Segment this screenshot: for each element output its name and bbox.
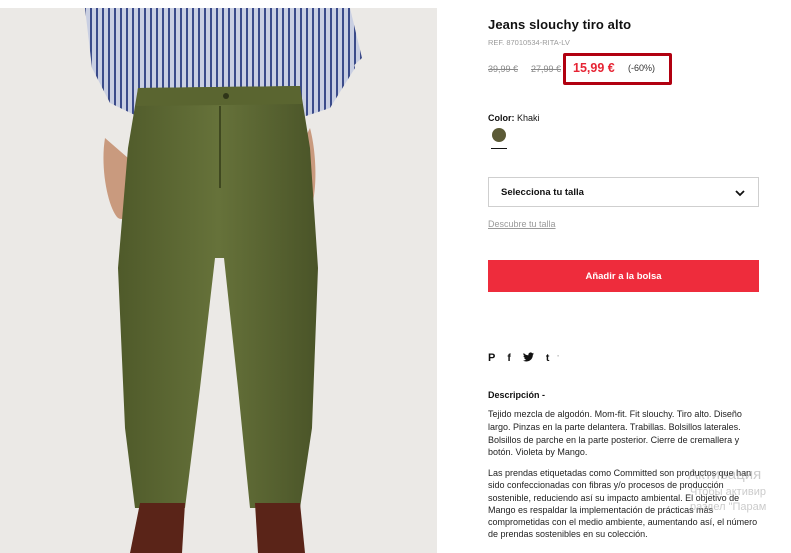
chevron-down-icon (735, 190, 745, 197)
size-guide-link[interactable]: Descubre tu talla (488, 219, 556, 229)
committed-text: Las prendas etiquetadas como Committed s… (488, 468, 758, 540)
description-text: Tejido mezcla de algodón. Mom-fit. Fit s… (488, 409, 742, 458)
selected-swatch-indicator (491, 148, 507, 149)
highlighted-price-box: 15,99 € (-60%) (563, 53, 672, 85)
product-image[interactable] (0, 8, 437, 553)
pinterest-icon[interactable]: P (488, 352, 495, 364)
current-price: 15,99 € (573, 61, 615, 75)
facebook-icon[interactable]: f (507, 352, 511, 364)
color-value: Khaki (517, 113, 540, 123)
original-price: 39,99 € (488, 64, 519, 74)
product-info: Jeans slouchy tiro alto REF. 87010534-RI… (488, 0, 760, 553)
product-title: Jeans slouchy tiro alto (488, 17, 632, 32)
color-label: Color: Khaki (488, 113, 540, 123)
color-swatch-khaki[interactable] (492, 128, 506, 142)
size-select[interactable]: Selecciona tu talla (488, 177, 759, 207)
twitter-icon[interactable] (522, 351, 534, 365)
share-icons: P f t ' (488, 351, 559, 365)
size-select-label: Selecciona tu talla (501, 187, 584, 198)
description-title[interactable]: Descripción - (488, 390, 545, 400)
tumblr-icon[interactable]: t (546, 352, 550, 364)
add-to-bag-button[interactable]: Añadir a la bolsa (488, 260, 759, 292)
discount-badge: (-60%) (628, 63, 656, 73)
color-label-key: Color: (488, 113, 515, 123)
product-reference: REF. 87010534-RITA-LV (488, 38, 570, 47)
more-share-icon[interactable]: ' (557, 355, 558, 362)
previous-price: 27,99 € (531, 64, 562, 74)
